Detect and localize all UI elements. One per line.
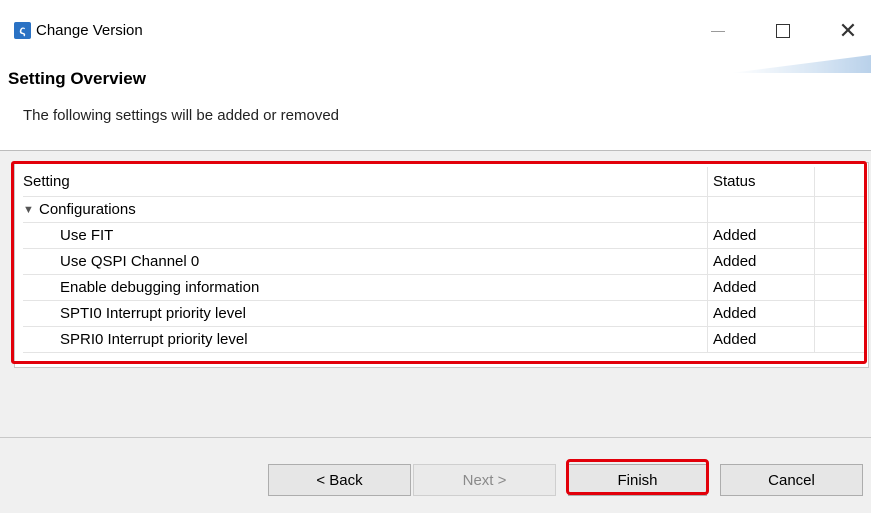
setting-cell: Use QSPI Channel 0	[23, 249, 708, 274]
column-header-status[interactable]: Status	[708, 167, 815, 196]
button-bar: < Back Next > Finish Cancel	[0, 437, 871, 513]
maximize-button[interactable]	[760, 14, 806, 48]
settings-table[interactable]: Setting Status ▼ Configurations Use FIT A…	[14, 162, 869, 368]
tree-group-row[interactable]: ▼ Configurations	[23, 197, 867, 223]
setting-cell: Enable debugging information	[23, 275, 708, 300]
status-cell: Added	[708, 275, 815, 300]
status-cell	[708, 197, 815, 222]
finish-button[interactable]: Finish	[568, 464, 707, 496]
setting-cell: Use FIT	[23, 223, 708, 248]
header-decoration	[731, 55, 871, 73]
page-description: The following settings will be added or …	[23, 107, 340, 124]
close-button[interactable]: ✕	[825, 14, 871, 48]
status-cell: Added	[708, 223, 815, 248]
chevron-down-icon[interactable]: ▼	[23, 197, 35, 223]
table-row[interactable]: SPRI0 Interrupt priority level Added	[23, 327, 867, 353]
cancel-button[interactable]: Cancel	[720, 464, 863, 496]
table-row[interactable]: Use QSPI Channel 0 Added	[23, 249, 867, 275]
title-bar[interactable]: ς Change Version ✕	[0, 0, 871, 60]
table-row[interactable]: SPTI0 Interrupt priority level Added	[23, 301, 867, 327]
table-row[interactable]: Enable debugging information Added	[23, 275, 867, 301]
status-cell: Added	[708, 327, 815, 352]
setting-cell: SPRI0 Interrupt priority level	[23, 327, 708, 352]
back-button[interactable]: < Back	[268, 464, 411, 496]
wizard-header: Setting Overview The following settings …	[0, 55, 871, 151]
window-title: Change Version	[36, 22, 143, 39]
table-header-row: Setting Status	[23, 167, 867, 197]
next-button[interactable]: Next >	[413, 464, 556, 496]
change-version-dialog: ς Change Version ✕ Setting Overview The …	[0, 0, 871, 513]
content-area: Setting Status ▼ Configurations Use FIT A…	[0, 151, 871, 437]
minimize-icon	[711, 30, 725, 32]
page-title: Setting Overview	[8, 69, 146, 88]
table-row[interactable]: Use FIT Added	[23, 223, 867, 249]
maximize-icon	[776, 24, 790, 38]
close-icon: ✕	[838, 18, 858, 43]
minimize-button[interactable]	[695, 14, 741, 48]
renesas-logo-icon: ς	[14, 22, 31, 39]
column-header-setting[interactable]: Setting	[23, 167, 708, 196]
setting-cell: SPTI0 Interrupt priority level	[23, 301, 708, 326]
status-cell: Added	[708, 249, 815, 274]
status-cell: Added	[708, 301, 815, 326]
group-label: Configurations	[39, 201, 136, 218]
